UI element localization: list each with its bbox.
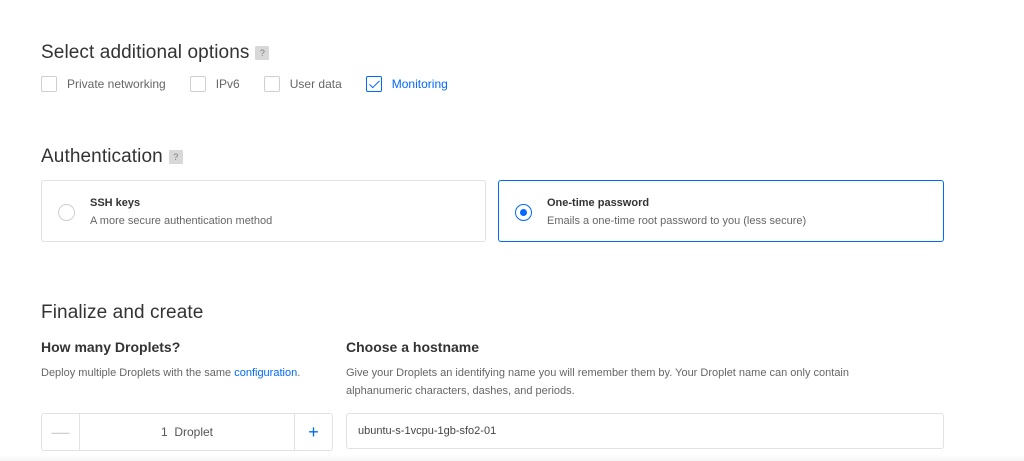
- configuration-link[interactable]: configuration: [234, 367, 297, 379]
- option-label: Private networking: [67, 77, 166, 91]
- authentication-title: Authentication: [41, 146, 163, 167]
- hostname-input[interactable]: [346, 413, 944, 449]
- droplet-quantity-stepper: — 1 Droplet +: [41, 413, 333, 451]
- additional-options-title: Select additional options: [41, 42, 250, 63]
- option-private-networking[interactable]: Private networking: [41, 76, 166, 92]
- description-line: alphanumeric characters, dashes, and per…: [346, 385, 575, 397]
- scroll-shadow: [0, 455, 1024, 461]
- option-monitoring[interactable]: Monitoring: [365, 76, 448, 92]
- option-user-data[interactable]: User data: [263, 76, 342, 92]
- auth-option-description: A more secure authentication method: [90, 215, 273, 227]
- help-icon[interactable]: ?: [255, 46, 270, 60]
- auth-option-title: SSH keys: [90, 197, 141, 209]
- auth-option-title: One-time password: [547, 197, 650, 209]
- ipv6-checkbox[interactable]: [189, 76, 206, 92]
- hostname-title: Choose a hostname: [346, 339, 480, 355]
- help-icon[interactable]: ?: [168, 150, 183, 164]
- ssh-keys-radio[interactable]: [58, 204, 75, 221]
- droplet-count-description: Deploy multiple Droplets with the same c…: [41, 364, 300, 382]
- option-label: User data: [289, 77, 342, 91]
- option-label: Monitoring: [391, 77, 448, 91]
- additional-options-heading: Select additional options?: [41, 42, 270, 64]
- user-data-checkbox[interactable]: [263, 76, 280, 92]
- hostname-description: Give your Droplets an identifying name y…: [346, 364, 944, 400]
- option-label: IPv6: [215, 77, 240, 91]
- auth-option-description: Emails a one-time root password to you (…: [547, 215, 807, 227]
- droplet-quantity-value: 1 Droplet: [160, 425, 214, 439]
- droplet-count-title: How many Droplets?: [41, 339, 181, 355]
- auth-option-one-time-password[interactable]: One-time password Emails a one-time root…: [498, 180, 944, 242]
- auth-option-ssh-keys[interactable]: SSH keys A more secure authentication me…: [41, 180, 486, 242]
- private-networking-checkbox[interactable]: [41, 76, 57, 92]
- monitoring-checkbox[interactable]: [365, 76, 382, 92]
- description-line: Give your Droplets an identifying name y…: [346, 367, 849, 379]
- description-text: Deploy multiple Droplets with the same: [41, 367, 235, 379]
- one-time-password-radio[interactable]: [515, 204, 532, 221]
- option-ipv6[interactable]: IPv6: [189, 76, 240, 92]
- authentication-heading: Authentication?: [41, 146, 183, 168]
- decrement-button[interactable]: —: [42, 414, 80, 450]
- finalize-title: Finalize and create: [41, 302, 204, 323]
- increment-button[interactable]: +: [294, 414, 332, 450]
- description-text: .: [297, 367, 301, 379]
- additional-options-list: Private networking IPv6 User data Monito…: [41, 75, 472, 93]
